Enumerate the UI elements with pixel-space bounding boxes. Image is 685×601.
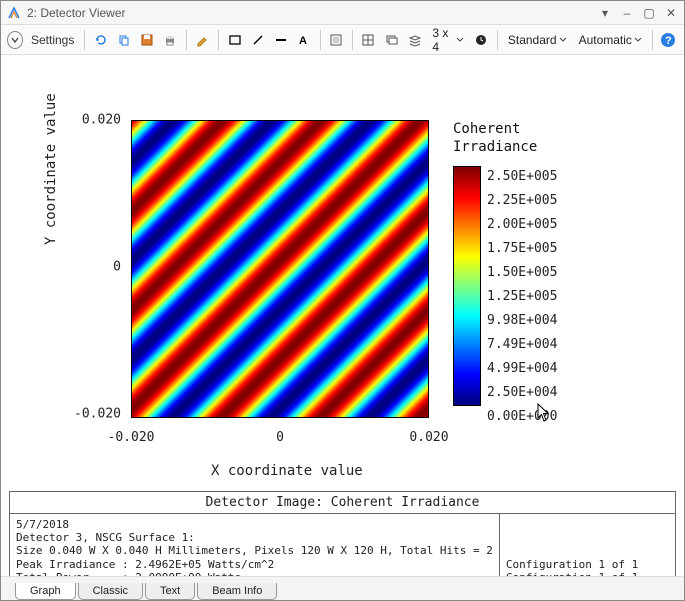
colorbar-tick: 1.25E+005 [487,290,557,303]
mouse-cursor-icon [537,403,551,423]
config-line: Configuration 1 of 1 [506,558,669,571]
x-tick: 0 [276,430,284,445]
toolbar-separator [84,30,85,50]
colorbar-area: CoherentIrradiance 2.50E+0052.25E+0052.0… [453,120,537,409]
toolbar-separator [320,30,321,50]
colorbar-tick: 2.50E+005 [487,170,557,183]
save-icon[interactable] [138,29,157,51]
colorbar-tick: 9.98E+004 [487,314,557,327]
x-tick: -0.020 [108,430,155,445]
toolbar: Settings A 3 x 4 Standard Automatic [1,25,684,55]
app-icon [7,6,21,20]
grid-size-label: 3 x 4 [432,26,453,54]
chevron-down-icon [634,36,642,44]
info-panel: Detector Image: Coherent Irradiance 5/7/… [9,491,676,576]
text-tool-icon[interactable]: A [295,29,314,51]
colorbar-tick: 7.49E+004 [487,338,557,351]
toolbar-separator [352,30,353,50]
toolbar-separator [497,30,498,50]
y-tick: -0.020 [74,407,121,422]
chevron-down-icon [456,36,464,44]
tab-classic[interactable]: Classic [78,583,143,600]
content-area: Y coordinate value X coordinate value 0.… [1,55,684,576]
info-panel-left: 5/7/2018 Detector 3, NSCG Surface 1: Siz… [10,514,499,576]
toolbar-separator [186,30,187,50]
rectangle-icon[interactable] [225,29,244,51]
bottom-tabs: GraphClassicTextBeam Info [1,576,684,600]
colorbar-tick: 1.75E+005 [487,242,557,255]
diagonal-line-icon[interactable] [248,29,267,51]
settings-button[interactable]: Settings [27,33,78,47]
window-controls: ▾ – ▢ ✕ [598,6,678,20]
maximize-button[interactable]: ▢ [642,6,656,20]
close-button[interactable]: ✕ [664,6,678,20]
y-tick: 0 [113,260,121,275]
chart-area: Y coordinate value X coordinate value 0.… [21,65,661,465]
clock-icon[interactable] [472,29,491,51]
pencil-icon[interactable] [193,29,212,51]
layers-icon[interactable] [382,29,401,51]
standard-dropdown[interactable]: Standard [504,33,571,47]
window-title: 2: Detector Viewer [27,6,598,20]
toolbar-separator [218,30,219,50]
x-tick: 0.020 [409,430,448,445]
config-line: Configuration 1 of 1 [506,571,669,576]
help-icon[interactable]: ? [659,29,678,51]
colorbar-tick: 2.25E+005 [487,194,557,207]
dropdown-icon[interactable]: ▾ [598,6,612,20]
y-axis-ticks: 0.020 0 -0.020 [71,112,121,422]
expand-toggle[interactable] [7,31,23,49]
crosshair-icon[interactable] [359,29,378,51]
grid-size-dropdown[interactable]: 3 x 4 [428,26,467,54]
chevron-down-icon [559,36,567,44]
toolbar-separator [652,30,653,50]
colorbar-tick: 1.50E+005 [487,266,557,279]
print-icon[interactable] [161,29,180,51]
tab-graph[interactable]: Graph [15,583,76,600]
y-tick: 0.020 [82,113,121,128]
minimize-button[interactable]: – [620,6,634,20]
x-axis-label: X coordinate value [211,463,363,479]
svg-text:?: ? [665,35,672,47]
refresh-icon[interactable] [91,29,110,51]
colorbar-title: CoherentIrradiance [453,120,537,156]
automatic-dropdown[interactable]: Automatic [575,33,646,47]
colorbar [453,166,481,406]
stack-icon[interactable] [405,29,424,51]
titlebar: 2: Detector Viewer ▾ – ▢ ✕ [1,1,684,25]
colorbar-tick: 2.50E+004 [487,386,557,399]
fit-window-icon[interactable] [327,29,346,51]
info-panel-title: Detector Image: Coherent Irradiance [10,492,675,514]
heatmap-plot [131,120,429,418]
tab-text[interactable]: Text [145,583,195,600]
info-panel-body: 5/7/2018 Detector 3, NSCG Surface 1: Siz… [10,514,675,576]
horizontal-line-icon[interactable] [271,29,290,51]
svg-text:A: A [299,35,307,47]
app-window: 2: Detector Viewer ▾ – ▢ ✕ Settings A [0,0,685,601]
info-panel-right: Configuration 1 of 1 Configuration 1 of … [499,514,675,576]
copy-icon[interactable] [114,29,133,51]
colorbar-tick: 4.99E+004 [487,362,557,375]
colorbar-tick: 2.00E+005 [487,218,557,231]
y-axis-label: Y coordinate value [43,93,59,245]
tab-beam-info[interactable]: Beam Info [197,583,277,600]
